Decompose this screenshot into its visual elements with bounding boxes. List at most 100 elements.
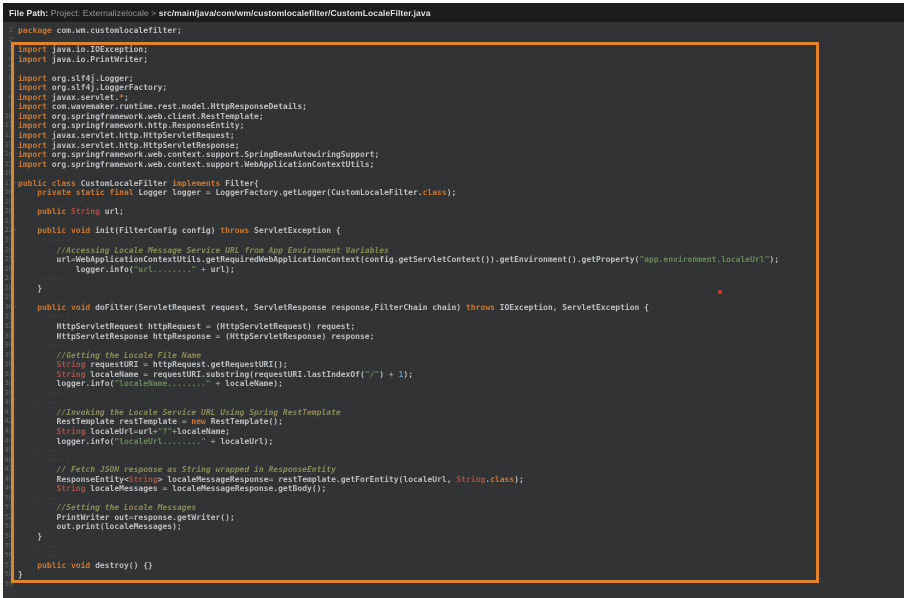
line-number: 35 bbox=[3, 351, 13, 361]
code-text: // Fetch JSON response as String wrapped… bbox=[18, 465, 904, 475]
line-number: 40 bbox=[3, 398, 13, 408]
line-number: 44 bbox=[3, 437, 13, 447]
line-number: 31 bbox=[3, 312, 13, 322]
line-number: 21 bbox=[3, 217, 13, 227]
code-text: String localeMessages = localeMessageRes… bbox=[18, 484, 904, 494]
code-line: 52- PrintWriter out=response.getWriter()… bbox=[3, 513, 904, 523]
line-number: 8 bbox=[3, 93, 13, 103]
code-line: 58-} bbox=[3, 570, 904, 580]
code-line: 51- //Setting the Locale Messages bbox=[3, 503, 904, 513]
code-text: ········ bbox=[18, 456, 904, 466]
file-path-value: src/main/java/com/wm/customlocalefilter/… bbox=[159, 8, 431, 18]
line-number: 36 bbox=[3, 360, 13, 370]
code-text: } bbox=[18, 284, 904, 294]
line-number: 19 bbox=[3, 198, 13, 208]
code-text: String localeUrl=url+"?"+localeName; bbox=[18, 427, 904, 437]
code-line: 22- public void init(FilterConfig config… bbox=[3, 226, 904, 236]
code-text bbox=[18, 169, 904, 179]
code-line: 27- ········ bbox=[3, 274, 904, 284]
code-text: import javax.servlet.http.HttpServletRes… bbox=[18, 141, 904, 151]
code-text: public void doFilter(ServletRequest requ… bbox=[18, 303, 904, 313]
line-number: 54 bbox=[3, 532, 13, 542]
line-number: 10 bbox=[3, 112, 13, 122]
line-number: 27 bbox=[3, 274, 13, 284]
code-text: //Invoking the Locale Service URL Using … bbox=[18, 408, 904, 418]
line-number: 18 bbox=[3, 188, 13, 198]
code-line: 16- bbox=[3, 169, 904, 179]
line-number: 55 bbox=[3, 542, 13, 552]
line-number: 16 bbox=[3, 169, 13, 179]
code-editor[interactable]: 1-package com.wm.customlocalefilter;2-3-… bbox=[3, 22, 904, 598]
code-text: //Setting the Locale Messages bbox=[18, 503, 904, 513]
code-text: public class CustomLocaleFilter implemen… bbox=[18, 179, 904, 189]
code-line: 17-public class CustomLocaleFilter imple… bbox=[3, 179, 904, 189]
code-text: //Accessing Locale Message Service URL f… bbox=[18, 246, 904, 256]
code-text: import org.springframework.web.context.s… bbox=[18, 150, 904, 160]
code-line: 33- HttpServletResponse httpResponse = (… bbox=[3, 332, 904, 342]
code-line: 55- ········ bbox=[3, 542, 904, 552]
code-line: 3-import java.io.IOException; bbox=[3, 45, 904, 55]
code-line: 30- public void doFilter(ServletRequest … bbox=[3, 303, 904, 313]
line-number: 53 bbox=[3, 522, 13, 532]
line-number: 38 bbox=[3, 379, 13, 389]
code-text: ········ bbox=[18, 341, 904, 351]
code-line: 1-package com.wm.customlocalefilter; bbox=[3, 26, 904, 36]
code-line: 48- ResponseEntity<String> localeMessage… bbox=[3, 475, 904, 485]
line-number: 49 bbox=[3, 484, 13, 494]
line-number: 32 bbox=[3, 322, 13, 332]
line-number: 25 bbox=[3, 255, 13, 265]
line-number: 20 bbox=[3, 207, 13, 217]
line-number: 28 bbox=[3, 284, 13, 294]
code-text: import java.io.PrintWriter; bbox=[18, 55, 904, 65]
line-number: 29 bbox=[3, 293, 13, 303]
code-line: 7-import org.slf4j.LoggerFactory; bbox=[3, 83, 904, 93]
code-text: ········ bbox=[18, 274, 904, 284]
code-line: 15-import org.springframework.web.contex… bbox=[3, 160, 904, 170]
ide-window: File Path: Project: Externalizelocale > … bbox=[3, 3, 904, 598]
line-number: 22 bbox=[3, 226, 13, 236]
code-text: logger.info("localeUrl........" + locale… bbox=[18, 437, 904, 447]
code-line: 26- logger.info("url........" + url); bbox=[3, 265, 904, 275]
line-number: 2 bbox=[3, 36, 13, 46]
line-number: 46 bbox=[3, 456, 13, 466]
code-line: 49- String localeMessages = localeMessag… bbox=[3, 484, 904, 494]
code-line: 6-import org.slf4j.Logger; bbox=[3, 74, 904, 84]
line-number: 48 bbox=[3, 475, 13, 485]
code-text: ········ bbox=[18, 542, 904, 552]
line-number: 7 bbox=[3, 83, 13, 93]
code-text: private static final Logger logger = Log… bbox=[18, 188, 904, 198]
code-text bbox=[18, 36, 904, 46]
code-text: } bbox=[18, 532, 904, 542]
code-line: 39- ········ bbox=[3, 389, 904, 399]
code-line: 35- //Getting the Locale File Name bbox=[3, 351, 904, 361]
code-text: public void init(FilterConfig config) th… bbox=[18, 226, 904, 236]
line-number: 56 bbox=[3, 551, 13, 561]
code-text: String localeName = requestURI.substring… bbox=[18, 370, 904, 380]
code-text: PrintWriter out=response.getWriter(); bbox=[18, 513, 904, 523]
line-number: 5 bbox=[3, 64, 13, 74]
code-line: 8-import javax.servlet.*; bbox=[3, 93, 904, 103]
code-line: 29- bbox=[3, 293, 904, 303]
code-text: ········ bbox=[18, 398, 904, 408]
code-text: logger.info("url........" + url); bbox=[18, 265, 904, 275]
code-line: 28- } bbox=[3, 284, 904, 294]
line-number: 42 bbox=[3, 417, 13, 427]
code-line: 57- public void destroy() {} bbox=[3, 561, 904, 571]
code-line: 42- RestTemplate restTemplate = new Rest… bbox=[3, 417, 904, 427]
line-number: 37 bbox=[3, 370, 13, 380]
code-line: 24- //Accessing Locale Message Service U… bbox=[3, 246, 904, 256]
line-number: 30 bbox=[3, 303, 13, 313]
code-line: 38- logger.info("localeName........" + l… bbox=[3, 379, 904, 389]
code-text bbox=[18, 198, 904, 208]
code-text: } bbox=[18, 570, 904, 580]
code-line: 54- } bbox=[3, 532, 904, 542]
line-number: 13 bbox=[3, 141, 13, 151]
line-number: 50 bbox=[3, 494, 13, 504]
line-number: 43 bbox=[3, 427, 13, 437]
code-line: 31- ········ bbox=[3, 312, 904, 322]
line-number: 52 bbox=[3, 513, 13, 523]
code-text: url=WebApplicationContextUtils.getRequir… bbox=[18, 255, 904, 265]
line-number: 45 bbox=[3, 446, 13, 456]
code-text: import org.springframework.http.Response… bbox=[18, 121, 904, 131]
code-line: 50- ········ bbox=[3, 494, 904, 504]
